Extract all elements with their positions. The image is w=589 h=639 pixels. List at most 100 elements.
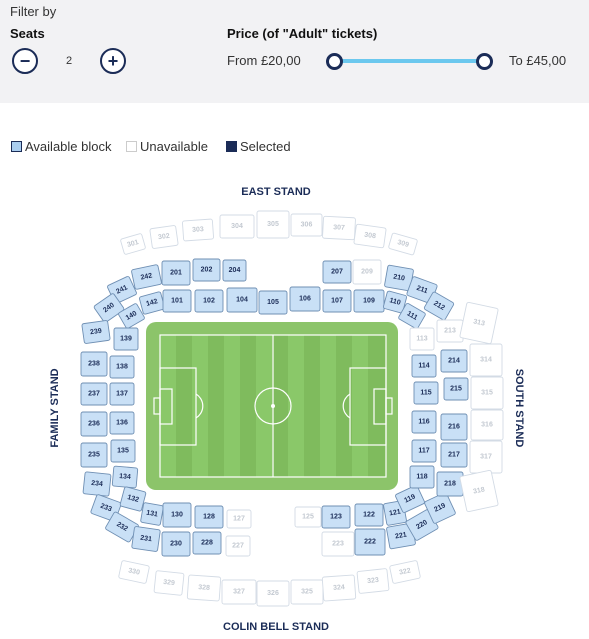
block-238[interactable]: 238 <box>80 351 108 377</box>
block-218[interactable]: 218 <box>436 471 464 497</box>
block-316-label: 316 <box>481 422 493 429</box>
block-239[interactable]: 239 <box>81 320 111 344</box>
block-217-label: 217 <box>448 452 460 459</box>
block-136-label: 136 <box>116 420 128 427</box>
block-138[interactable]: 138 <box>109 355 135 379</box>
block-131[interactable]: 131 <box>140 502 164 526</box>
block-214[interactable]: 214 <box>440 349 468 373</box>
block-222[interactable]: 222 <box>354 528 386 556</box>
block-117[interactable]: 117 <box>411 439 437 463</box>
block-213: 213 <box>436 319 464 343</box>
legend-available: Available block <box>11 138 111 154</box>
block-104-label: 104 <box>236 297 248 304</box>
block-128-label: 128 <box>203 514 215 521</box>
legend-selected-swatch <box>226 140 237 152</box>
block-209: 209 <box>352 259 382 285</box>
block-227: 227 <box>225 535 251 557</box>
block-227-label: 227 <box>232 543 244 550</box>
block-127: 127 <box>226 509 252 529</box>
block-109[interactable]: 109 <box>353 289 385 313</box>
block-308: 308 <box>353 223 387 249</box>
block-104[interactable]: 104 <box>226 287 258 313</box>
block-137-label: 137 <box>116 391 128 398</box>
decrease-seats-button[interactable]: − <box>12 48 38 74</box>
price-max-handle[interactable] <box>476 53 493 70</box>
block-317: 317 <box>469 440 503 474</box>
block-136[interactable]: 136 <box>109 411 135 435</box>
block-217[interactable]: 217 <box>440 442 468 468</box>
block-115[interactable]: 115 <box>413 381 439 405</box>
block-118[interactable]: 118 <box>409 465 435 489</box>
block-301: 301 <box>120 233 146 255</box>
block-236[interactable]: 236 <box>80 411 108 437</box>
price-min-handle[interactable] <box>326 53 343 70</box>
block-117-label: 117 <box>418 448 429 455</box>
block-216[interactable]: 216 <box>440 413 468 441</box>
block-316: 316 <box>470 409 504 441</box>
block-305: 305 <box>256 210 290 239</box>
block-325: 325 <box>290 579 324 605</box>
block-105[interactable]: 105 <box>258 290 288 315</box>
block-322: 322 <box>389 560 421 584</box>
block-242[interactable]: 242 <box>131 264 162 290</box>
increase-seats-button[interactable]: + <box>100 48 126 74</box>
block-123[interactable]: 123 <box>321 505 351 529</box>
block-202[interactable]: 202 <box>192 258 221 282</box>
seat-count: 2 <box>66 55 73 67</box>
block-102[interactable]: 102 <box>194 289 224 313</box>
family-stand-label: FAMILY STAND <box>49 368 61 447</box>
block-137[interactable]: 137 <box>109 382 135 406</box>
block-306: 306 <box>290 213 323 237</box>
block-314: 314 <box>469 343 503 377</box>
block-116[interactable]: 116 <box>411 410 437 434</box>
block-228-label: 228 <box>201 540 213 547</box>
block-302: 302 <box>149 225 179 249</box>
block-307-label: 307 <box>333 224 345 232</box>
pitch <box>146 322 398 490</box>
block-216-label: 216 <box>448 424 460 431</box>
block-231[interactable]: 231 <box>131 526 161 552</box>
block-128[interactable]: 128 <box>194 505 224 529</box>
block-326-label: 326 <box>267 590 279 597</box>
block-236-label: 236 <box>88 421 100 428</box>
block-106[interactable]: 106 <box>289 286 321 312</box>
south-stand-label: SOUTH STAND <box>513 369 525 448</box>
block-237[interactable]: 237 <box>80 382 108 406</box>
block-114[interactable]: 114 <box>411 354 437 378</box>
legend-unavailable-label: Unavailable <box>140 138 208 154</box>
block-132[interactable]: 132 <box>119 486 147 512</box>
block-106-label: 106 <box>299 296 311 303</box>
block-234-label: 234 <box>91 480 103 488</box>
block-215[interactable]: 215 <box>443 377 469 401</box>
block-135[interactable]: 135 <box>110 439 136 463</box>
block-142[interactable]: 142 <box>139 291 165 315</box>
block-204[interactable]: 204 <box>222 259 247 282</box>
block-202-label: 202 <box>201 267 213 274</box>
block-122[interactable]: 122 <box>354 503 384 527</box>
block-207[interactable]: 207 <box>322 260 352 284</box>
block-223: 223 <box>321 531 355 557</box>
price-slider-track[interactable] <box>335 59 484 63</box>
block-139[interactable]: 139 <box>113 327 139 351</box>
block-107[interactable]: 107 <box>322 289 352 313</box>
block-237-label: 237 <box>88 391 100 398</box>
block-125-label: 125 <box>302 514 314 521</box>
block-228[interactable]: 228 <box>192 531 222 555</box>
block-329-label: 329 <box>163 579 175 587</box>
block-304: 304 <box>219 214 255 239</box>
block-134[interactable]: 134 <box>111 465 139 489</box>
stadium-map: EAST STAND COLIN BELL STAND FAMILY STAND… <box>49 186 525 633</box>
block-235[interactable]: 235 <box>80 442 108 468</box>
block-134-label: 134 <box>119 473 131 481</box>
block-324-label: 324 <box>333 584 345 592</box>
block-223-label: 223 <box>332 541 344 548</box>
block-230[interactable]: 230 <box>161 531 191 557</box>
block-234[interactable]: 234 <box>82 471 112 497</box>
block-317-label: 317 <box>480 454 492 461</box>
block-327: 327 <box>221 579 257 605</box>
block-307: 307 <box>322 215 356 241</box>
block-101[interactable]: 101 <box>162 289 192 313</box>
block-329: 329 <box>153 570 185 596</box>
block-201[interactable]: 201 <box>161 260 191 286</box>
block-130[interactable]: 130 <box>162 502 192 528</box>
